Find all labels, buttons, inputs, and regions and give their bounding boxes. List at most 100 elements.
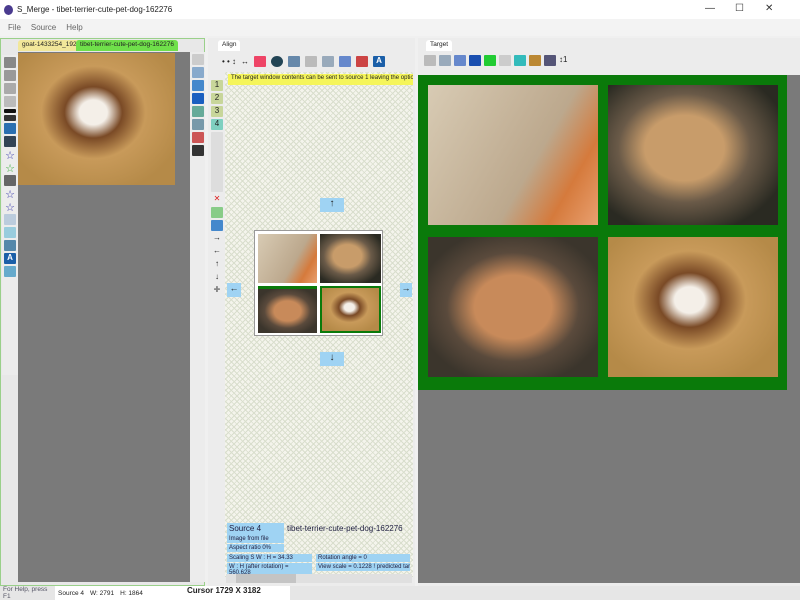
tab-source-goat[interactable]: goat-1433254_1920 (18, 40, 85, 51)
zoom-in-icon[interactable] (191, 67, 204, 78)
status-help: For Help, press F1 (3, 586, 48, 600)
window-title: S_Merge - tibet-terrier-cute-pet-dog-162… (17, 5, 173, 14)
zoom-in-icon[interactable] (339, 55, 352, 67)
zoom-in-icon[interactable] (439, 55, 451, 66)
thick-line-icon[interactable] (4, 115, 16, 121)
arrow-up-icon[interactable]: ↑ (211, 259, 223, 270)
menu-source[interactable]: Source (31, 23, 56, 32)
maximize-button[interactable]: ☐ (735, 3, 744, 14)
fit-icon[interactable] (191, 93, 204, 104)
title-bar: S_Merge - tibet-terrier-cute-pet-dog-162… (0, 0, 800, 19)
tab-align[interactable]: Align (218, 40, 241, 51)
menu-help[interactable]: Help (66, 23, 82, 32)
move-right-button[interactable]: → (400, 283, 412, 297)
star-icon[interactable]: ☆ (4, 149, 16, 162)
move-up-button[interactable]: ↑ (320, 198, 344, 212)
arrows-icon[interactable]: • • ↕ (222, 57, 236, 66)
tab-target[interactable]: Target (426, 40, 453, 51)
move-icon[interactable] (4, 96, 16, 107)
target-image-dog (608, 237, 778, 377)
target-image-goat (428, 237, 598, 377)
info-line2: Aspect ratio 0% (227, 544, 284, 552)
step-4-button[interactable]: 4 (211, 119, 223, 130)
percent-icon[interactable] (211, 220, 223, 231)
move-down-button[interactable]: ↓ (320, 352, 344, 366)
close-button[interactable]: ✕ (765, 3, 773, 14)
move-left-button[interactable]: ← (227, 283, 241, 297)
info-source: Source 4 (227, 523, 284, 535)
frame-icon[interactable] (305, 55, 318, 67)
step-2-button[interactable]: 2 (211, 93, 223, 104)
zoom-out-icon[interactable] (191, 54, 204, 65)
layer-icon[interactable] (211, 207, 223, 218)
info-rotation: Rotation angle = 0 (316, 554, 410, 562)
step-3-button[interactable]: 3 (211, 106, 223, 117)
select-icon[interactable] (191, 106, 204, 117)
rotate-icon[interactable] (271, 55, 284, 67)
status-cursor: Cursor 1729 X 3182 (185, 586, 290, 600)
sort-icon[interactable]: ↕1 (559, 55, 567, 69)
arrow-down-icon[interactable]: ↓ (211, 272, 223, 283)
star-outline-2-icon[interactable]: ☆ (4, 201, 16, 214)
text-icon[interactable]: A (4, 253, 16, 264)
menu-file[interactable]: File (8, 23, 21, 32)
frame-icon[interactable] (4, 227, 16, 238)
zoom-100-icon[interactable] (191, 80, 204, 91)
app-logo-icon (4, 4, 13, 15)
portrait-2-icon[interactable] (529, 55, 541, 66)
export-icon[interactable] (544, 55, 556, 66)
status-source: Source 4 (58, 589, 85, 597)
tip-banner: The target window contents can be sent t… (228, 74, 413, 85)
align-preview[interactable] (254, 230, 383, 336)
info-view-scale: View scale = 0.1228 ! predicted target (316, 563, 410, 571)
arrow-right-icon[interactable] (4, 83, 16, 94)
merge-icon[interactable] (484, 55, 496, 66)
layers-icon[interactable] (4, 175, 16, 186)
zoom-out-icon[interactable] (322, 55, 335, 67)
minimize-button[interactable]: — (705, 3, 715, 14)
arrow-left-icon[interactable] (4, 57, 16, 68)
status-height: H: 1864 (120, 589, 143, 597)
image-icon[interactable] (356, 55, 369, 67)
info-line1: Image from file (227, 535, 284, 543)
star-outline-icon[interactable]: ☆ (4, 188, 16, 201)
tab-source-dog[interactable]: tibet-terrier-cute-pet-dog-162276 (76, 40, 178, 51)
source-image-dog (18, 53, 175, 185)
target-image-dove (428, 85, 598, 225)
target-frame (418, 75, 787, 390)
align-side-toolbar: 1 2 3 4 ✕ → ← ↑ ↓ ✛ (210, 78, 224, 378)
crop-icon[interactable] (4, 266, 16, 277)
shape-icon[interactable] (4, 123, 16, 134)
target-toolbar: ↕1 (424, 55, 584, 69)
save-icon[interactable] (191, 145, 204, 156)
resize-icon[interactable] (191, 119, 204, 130)
portrait-icon[interactable] (514, 55, 526, 66)
zoom-100-icon[interactable] (454, 55, 466, 66)
arrow-icon[interactable] (4, 70, 16, 81)
source-side-toolbar (190, 52, 205, 582)
delete-icon[interactable]: ✕ (211, 194, 223, 205)
status-bar: For Help, press F1 Source 4 W: 2791 H: 1… (0, 586, 800, 600)
ruler-icon[interactable] (499, 55, 511, 66)
arrow-left-icon[interactable]: ← (211, 246, 223, 257)
text-icon[interactable]: A (373, 55, 386, 67)
line-icon[interactable] (4, 109, 16, 113)
mountain-icon[interactable] (4, 136, 16, 147)
zoom-icon[interactable] (288, 55, 301, 67)
star-green-icon[interactable]: ☆ (4, 162, 16, 175)
zoom-out-icon[interactable] (424, 55, 436, 66)
fit-icon[interactable] (469, 55, 481, 66)
horizontal-scrollbar[interactable] (226, 574, 412, 583)
step-1-button[interactable]: 1 (211, 80, 223, 91)
center-icon[interactable]: ✛ (211, 285, 223, 296)
info-name: tibet-terrier-cute-pet-dog-162276 (287, 524, 403, 533)
grid-red-icon[interactable] (254, 55, 267, 67)
grid-icon[interactable] (4, 240, 16, 251)
target-image-lion (608, 85, 778, 225)
clear-icon[interactable] (191, 132, 204, 143)
swap-icon[interactable]: ↔ (241, 57, 249, 66)
filter-icon[interactable] (4, 214, 16, 225)
arrow-right-icon[interactable]: → (211, 233, 223, 244)
placeholder-buttons (211, 132, 223, 192)
menu-bar: File Source Help (0, 19, 800, 36)
